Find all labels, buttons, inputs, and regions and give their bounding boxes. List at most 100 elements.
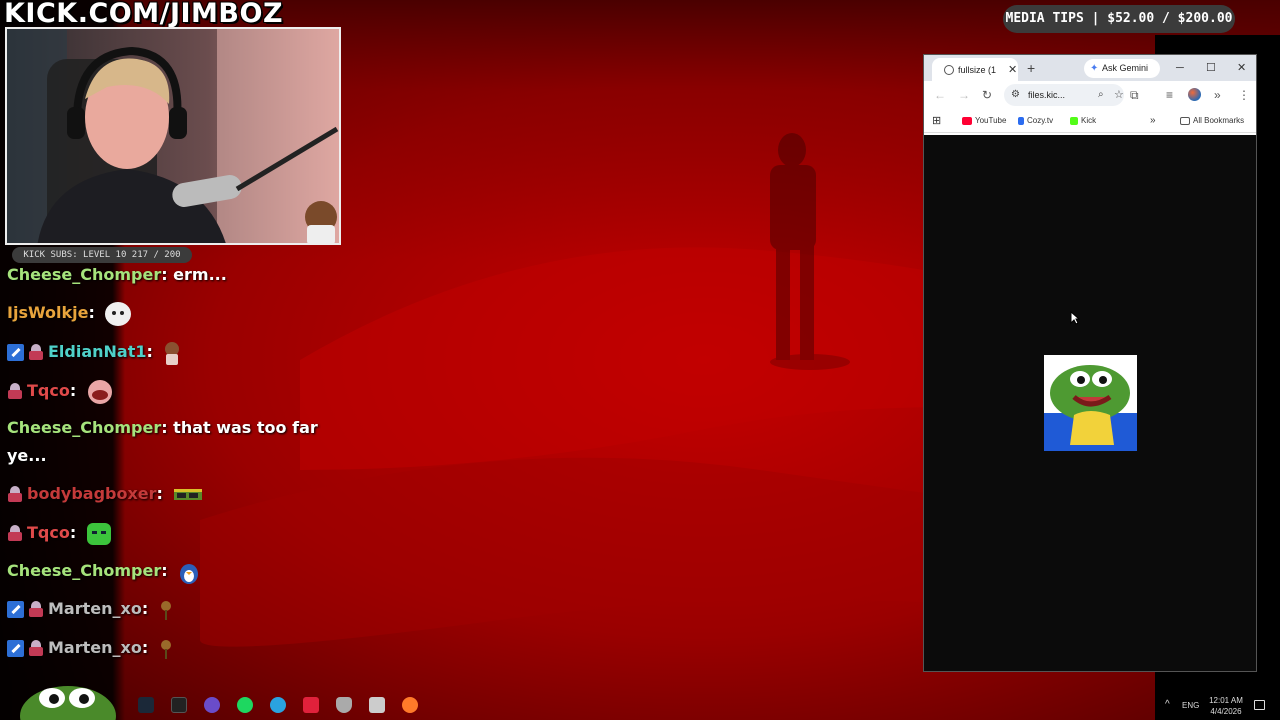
chat-message: IjsWolkje: [7, 300, 132, 327]
back-icon[interactable]: ← [934, 87, 946, 103]
bookmark-label: YouTube [975, 116, 1007, 125]
media-control-icon[interactable]: ≡ [1166, 87, 1173, 103]
clock[interactable]: 12:01 AM 4/4/2026 [1206, 695, 1246, 717]
chat-username: Cheese_Chomper [7, 418, 162, 437]
chat-message: Cheese_Chomper: [7, 558, 201, 584]
globe-icon [944, 65, 954, 75]
all-bookmarks-folder[interactable]: All Bookmarks [1180, 109, 1244, 133]
kick-icon [1070, 116, 1078, 125]
chat-text: ye... [7, 446, 47, 465]
chat-username: Cheese_Chomper [7, 265, 162, 284]
spotify-icon[interactable] [237, 697, 253, 713]
chat-message: Tqco: [7, 520, 112, 546]
extensions-icon[interactable]: ⧉ [1130, 87, 1139, 103]
close-window-button[interactable]: ✕ [1237, 58, 1246, 78]
clock-date: 4/4/2026 [1210, 707, 1242, 716]
flower-emote [160, 639, 171, 659]
shield-icon[interactable] [336, 697, 352, 713]
cozy-icon [1018, 116, 1024, 125]
terminal-icon[interactable] [171, 697, 187, 713]
telegram-icon[interactable] [270, 697, 286, 713]
streamer-image [7, 29, 339, 243]
browser-tab[interactable]: fullsize (1 ✕ [932, 58, 1018, 82]
new-tab-button[interactable]: + [1027, 58, 1035, 78]
flower-emote [160, 600, 171, 620]
steam-icon[interactable] [138, 697, 154, 713]
chat-username: Marten_xo [48, 638, 142, 657]
chat-username: Marten_xo [48, 599, 142, 618]
white-ghost-emote [105, 301, 132, 326]
close-tab-icon[interactable]: ✕ [1008, 58, 1017, 82]
gemini-sparkle-icon: ✦ [1090, 63, 1099, 74]
clock-time: 12:01 AM [1209, 696, 1243, 705]
media-tips-goal: MEDIA TIPS | $52.00 / $200.00 [1003, 5, 1235, 33]
address-bar[interactable]: ⚙ files.kic... ⌕ ☆ [1004, 84, 1124, 106]
settings-icon[interactable] [402, 697, 418, 713]
menu-dots-icon[interactable]: ⋮ [1238, 87, 1250, 103]
anime-girl-emote [165, 341, 180, 365]
subscriber-badge-icon [28, 344, 44, 361]
obs-icon[interactable] [204, 697, 220, 713]
chat-username: IjsWolkje [7, 303, 89, 322]
mouse-cursor [1070, 311, 1080, 325]
all-bookmarks-label: All Bookmarks [1193, 116, 1245, 125]
subscriber-badge-icon [7, 525, 23, 542]
chat-username: Cheese_Chomper [7, 561, 162, 580]
bookmark-star-icon[interactable]: ☆ [1114, 84, 1124, 106]
green-face-emote [86, 522, 111, 545]
system-tray: ^ ENG 12:01 AM 4/4/2026 [1155, 690, 1280, 720]
notification-icon[interactable] [1254, 700, 1265, 710]
browser-chrome: fullsize (1 ✕ + ✦ Ask Gemini ─ ☐ ✕ ← → ↻… [924, 55, 1256, 135]
bookmark-label: Kick [1081, 116, 1097, 125]
more-chevrons-icon[interactable]: » [1214, 87, 1221, 103]
chat-text: erm... [173, 265, 227, 284]
chat-text: that was too far [173, 418, 318, 437]
big-mouth-emote [87, 379, 112, 404]
penguin-emote [180, 563, 199, 584]
chat-username: Tqco [27, 381, 70, 400]
adobe-icon[interactable] [303, 697, 319, 713]
chat-username: Tqco [27, 523, 70, 542]
zoom-icon[interactable]: ⌕ [1098, 84, 1104, 106]
reload-icon[interactable]: ↻ [982, 87, 992, 103]
url-text: files.kic... [1028, 90, 1066, 100]
chat-username: EldianNat1 [48, 342, 147, 361]
profile-avatar[interactable] [1188, 88, 1201, 101]
maximize-button[interactable]: ☐ [1206, 58, 1216, 78]
chat-message: Tqco: [7, 378, 114, 405]
ask-gemini-label: Ask Gemini [1102, 63, 1149, 73]
bookmark-label: Cozy.tv [1027, 116, 1054, 125]
forward-icon[interactable]: → [958, 87, 970, 103]
bookmark-kick[interactable]: Kick [1070, 109, 1096, 133]
sunglasses-emote [173, 488, 202, 500]
language-indicator[interactable]: ENG [1182, 701, 1199, 710]
youtube-icon [962, 116, 972, 125]
bookmark-youtube[interactable]: YouTube [962, 109, 1006, 133]
bookmark-cozy[interactable]: Cozy.tv [1018, 109, 1053, 133]
subs-goal-bar: KICK SUBS: LEVEL 10 217 / 200 [12, 247, 192, 263]
chat-message: EldianNat1: [7, 339, 182, 365]
chat-message: bodybagboxer: [7, 481, 203, 507]
moderator-badge-icon [7, 601, 24, 618]
tray-chevron-icon[interactable]: ^ [1165, 699, 1170, 710]
chat-message: Cheese_Chomper: erm... [7, 265, 227, 284]
files-icon[interactable] [369, 697, 385, 713]
taskbar [0, 690, 1280, 720]
subscriber-badge-icon [28, 601, 44, 618]
toolbar: ← → ↻ ⚙ files.kic... ⌕ ☆ ⧉ ≡ » ⋮ [924, 81, 1256, 109]
chat-message: Marten_xo: [7, 596, 174, 622]
chat-username: bodybagboxer [27, 484, 157, 503]
site-settings-icon[interactable]: ⚙ [1011, 84, 1020, 106]
minimize-button[interactable]: ─ [1176, 58, 1184, 78]
webcam-feed [5, 27, 341, 245]
more-bookmarks-icon[interactable]: » [1150, 109, 1156, 133]
moderator-badge-icon [7, 344, 24, 361]
channel-url: KICK.COM/JIMBOZ [4, 0, 284, 29]
folder-icon [1180, 116, 1190, 125]
bookmarks-bar: ⊞ YouTube Cozy.tv Kick » All Bookmarks [924, 109, 1256, 133]
ask-gemini-button[interactable]: ✦ Ask Gemini [1084, 59, 1160, 78]
subscriber-badge-icon [7, 486, 23, 503]
chat-message-continued: ye... [7, 443, 47, 469]
moderator-badge-icon [7, 640, 24, 657]
apps-grid-icon[interactable]: ⊞ [932, 109, 941, 133]
